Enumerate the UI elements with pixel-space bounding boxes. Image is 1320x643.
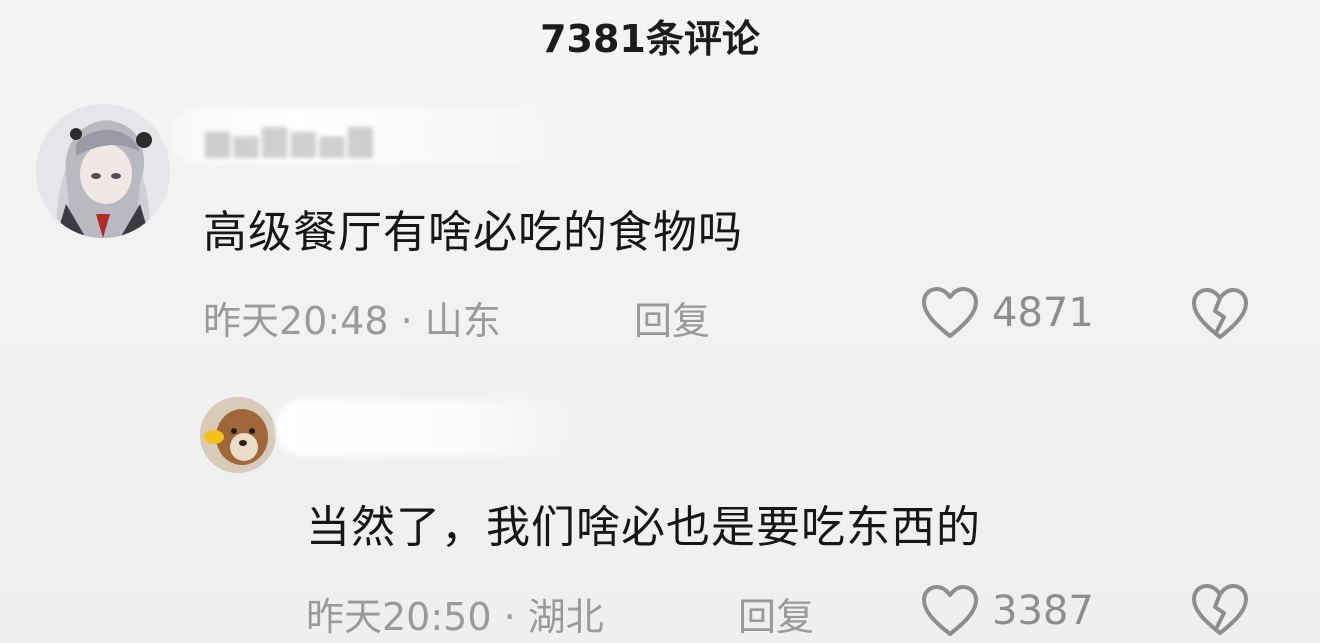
comment-meta: 昨天20:48 · 山东 bbox=[203, 299, 501, 343]
like-count: 3387 bbox=[992, 588, 1094, 634]
broken-heart-icon bbox=[1190, 287, 1250, 341]
like-button[interactable]: 3387 bbox=[920, 584, 1094, 638]
comment-count-title: 7381条评论 bbox=[540, 17, 760, 61]
broken-heart-icon bbox=[1190, 583, 1250, 637]
dislike-button[interactable] bbox=[1190, 287, 1250, 341]
comment-text: 当然了，我们啥必也是要吃东西的 bbox=[306, 502, 981, 553]
avatar[interactable] bbox=[36, 104, 170, 238]
reply-button[interactable]: 回复 bbox=[634, 290, 710, 345]
comments-panel: 7381条评论 ▆▅▇▆▅▇ 高级餐厅有啥必吃的食物吗 昨天20:48 · 山东… bbox=[0, 0, 1320, 643]
reply-button[interactable]: 回复 bbox=[738, 586, 814, 641]
like-button[interactable]: 4871 bbox=[920, 286, 1094, 340]
avatar[interactable] bbox=[200, 397, 276, 473]
blurred-username-strokes: ▆▅▇▆▅▇ bbox=[205, 122, 377, 158]
heart-outline-icon bbox=[920, 584, 980, 638]
blurred-username bbox=[276, 400, 576, 456]
comment-meta: 昨天20:50 · 湖北 bbox=[306, 595, 604, 639]
heart-outline-icon bbox=[920, 286, 980, 340]
comment-text: 高级餐厅有啥必吃的食物吗 bbox=[203, 207, 743, 258]
dislike-button[interactable] bbox=[1190, 583, 1250, 637]
like-count: 4871 bbox=[992, 290, 1094, 336]
